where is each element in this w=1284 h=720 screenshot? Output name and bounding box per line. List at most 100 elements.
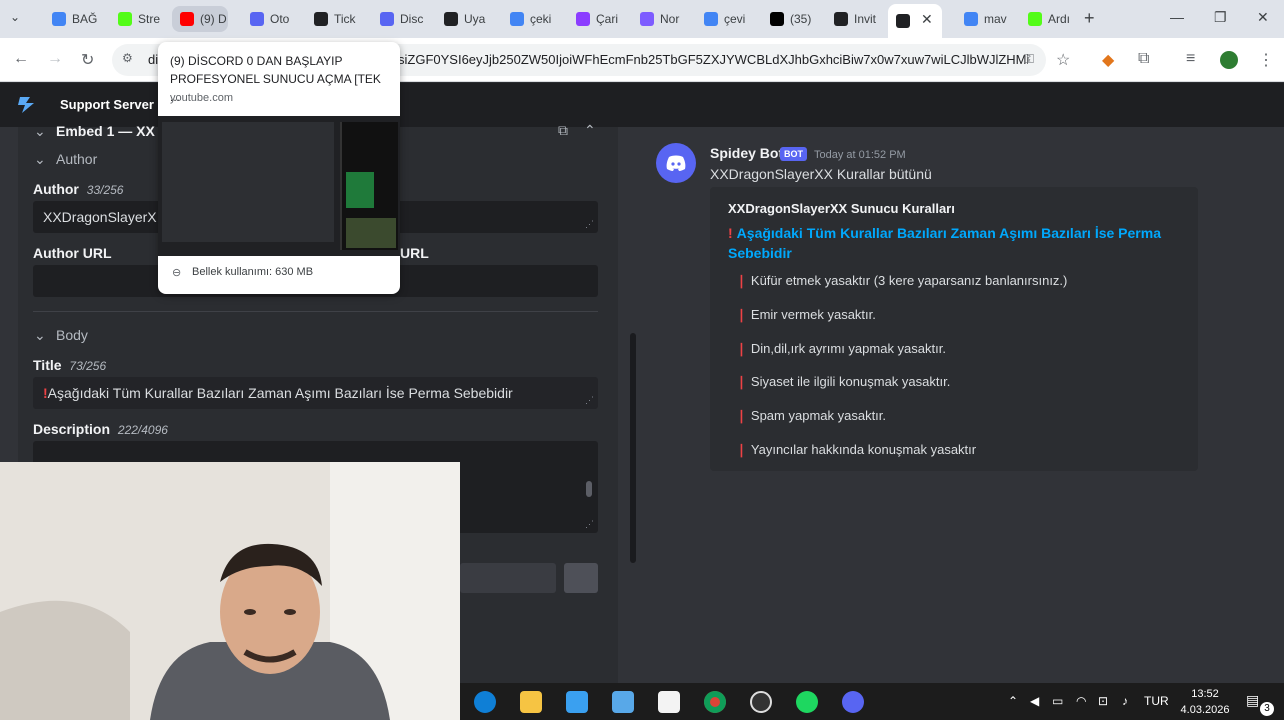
obs-icon[interactable] [750,691,772,713]
reload-icon[interactable]: ↻ [81,50,94,70]
title-input[interactable]: !Aşağıdaki Tüm Kurallar Bazıları Zaman A… [33,377,598,409]
google-icon [704,12,718,26]
screen: ⌄ BAĞ Stre (9) D Oto Tick Disc Uya çeki Çari Nor ç… [0,0,1284,720]
author-section-title[interactable]: Author [56,151,97,167]
description-field-label: Description 222/4096 [33,421,168,437]
minimize-icon[interactable]: — [1170,9,1184,25]
browser-tab[interactable]: çevi [696,6,752,32]
embed-title[interactable]: ! Aşağıdaki Tüm Kurallar Bazıları Zaman A… [728,223,1168,263]
message-content: XXDragonSlayerXX Kurallar bütünü [710,166,932,182]
browser-tab[interactable]: Çari [568,6,624,32]
copy-embed-icon[interactable]: ⧉ [558,122,568,139]
collapse-up-icon[interactable]: ⌃ [584,122,596,139]
thumbnail-image [346,218,396,248]
window-close-icon[interactable]: ✕ [1257,9,1269,26]
browser-tab[interactable]: BAĞ [44,6,104,32]
browser-tab-label: Nor [660,12,680,26]
browser-tab[interactable]: (9) D [172,6,228,32]
browser-tab[interactable]: Uya [436,6,492,32]
message-author[interactable]: Spidey Bot [710,145,783,161]
add-field-input[interactable] [460,563,556,593]
browser-tab[interactable]: Tick [306,6,362,32]
battery-icon[interactable]: ▭ [1052,694,1063,708]
bot-badge: BOT [780,147,807,161]
browser-tab[interactable]: Ardı [1020,6,1076,32]
tab-search-icon[interactable]: ⌄ [10,10,20,24]
file-explorer-icon[interactable] [520,691,542,713]
browser-tab[interactable]: (35) [762,6,818,32]
browser-tab[interactable]: Oto [242,6,298,32]
taskbar-clock[interactable]: 13:52 4.03.2026 [1170,686,1240,718]
browser-tab-strip: ⌄ BAĞ Stre (9) D Oto Tick Disc Uya çeki Çari Nor ç… [0,0,1284,38]
keyboard-language[interactable]: TUR [1144,694,1169,708]
author-input-value: XXDragonSlayerX [43,209,157,225]
author-toggle-icon[interactable]: ⌄ [34,151,46,168]
resize-handle-icon[interactable]: ⋰ [585,395,594,406]
store-icon[interactable] [566,691,588,713]
kick-icon [118,12,132,26]
edge-icon[interactable] [474,691,496,713]
wifi-icon[interactable]: ◠ [1076,694,1086,708]
browser-tab[interactable]: Disc [372,6,428,32]
rule-marker-icon: ❘ [736,442,747,457]
address-host: di [148,52,159,67]
notification-icon[interactable]: ▤ [1246,692,1259,709]
hover-card-domain: youtube.com [170,92,233,104]
browser-tab-label: (35) [790,12,812,26]
discord-taskbar-icon[interactable] [842,691,864,713]
network-icon[interactable]: ⊡ [1098,694,1108,708]
browser-tab[interactable]: mav [956,6,1012,32]
author-char-count: 33/256 [86,183,124,197]
notepad-icon[interactable] [658,691,680,713]
chrome-icon[interactable] [704,691,726,713]
spotify-icon[interactable] [796,691,818,713]
textarea-scrollbar[interactable] [586,481,592,497]
resize-handle-icon[interactable]: ⋰ [585,519,594,530]
browser-tab[interactable]: Invit [826,6,882,32]
forward-icon[interactable]: → [47,50,63,68]
profile-avatar[interactable] [1220,51,1238,69]
collapse-embed-icon[interactable]: ⌄ [34,123,46,140]
browser-tab-label: Invit [854,12,877,26]
bot-avatar[interactable] [656,143,696,183]
bookmark-star-icon[interactable]: ☆ [1056,50,1070,70]
embed-rule-text: Din,dil,ırk ayrımı yapmak yasaktır. [750,340,946,356]
new-tab-icon[interactable]: + [1084,8,1095,29]
key-icon[interactable]: ⚿ [1024,51,1034,67]
title-label-text: Title [33,357,62,373]
field-action-button[interactable] [564,563,598,593]
media-icon[interactable]: ≡ [1186,50,1195,68]
tab-close-icon[interactable]: ✕ [921,11,933,28]
description-label-text: Description [33,421,111,437]
google-icon [510,12,524,26]
browser-tab-label: Stre [138,12,161,26]
google-icon [964,12,978,26]
discord-icon [380,12,394,26]
exclamation-icon: ! [728,225,733,241]
invite-icon [834,12,848,26]
rule-marker-icon: ❘ [736,273,747,288]
description-char-count: 222/4096 [117,423,168,437]
metamask-icon[interactable]: ◆ [1102,50,1114,70]
site-info-icon[interactable]: ⚙ [122,51,133,65]
resize-handle-icon[interactable]: ⋰ [585,219,594,230]
extensions-icon[interactable]: ⧉ [1138,50,1149,68]
back-icon[interactable]: ← [13,50,29,68]
server-name[interactable]: Support Server [60,97,154,112]
panel-scrollbar[interactable] [630,333,636,563]
mail-icon[interactable] [612,691,634,713]
menu-icon[interactable]: ⋮ [1258,50,1274,70]
browser-tab[interactable]: Nor [632,6,688,32]
microphone-icon[interactable]: ♪ [1122,694,1128,708]
restore-icon[interactable]: ❐ [1214,9,1227,26]
tray-overflow-icon[interactable]: ⌃ [1008,694,1018,708]
body-toggle-icon[interactable]: ⌄ [34,327,46,344]
browser-tab-label: (9) D [200,12,227,26]
embed-rule-line: ❘ Siyaset ile ilgili konuşmak yasaktır. [736,374,950,390]
body-section-title[interactable]: Body [56,327,88,343]
browser-tab[interactable]: çeki [502,6,558,32]
browser-tab[interactable]: Stre [110,6,166,32]
embed-header[interactable]: Embed 1 — XX [56,123,155,139]
volume-icon[interactable]: ◀ [1030,694,1039,708]
browser-tab[interactable] [888,4,942,38]
